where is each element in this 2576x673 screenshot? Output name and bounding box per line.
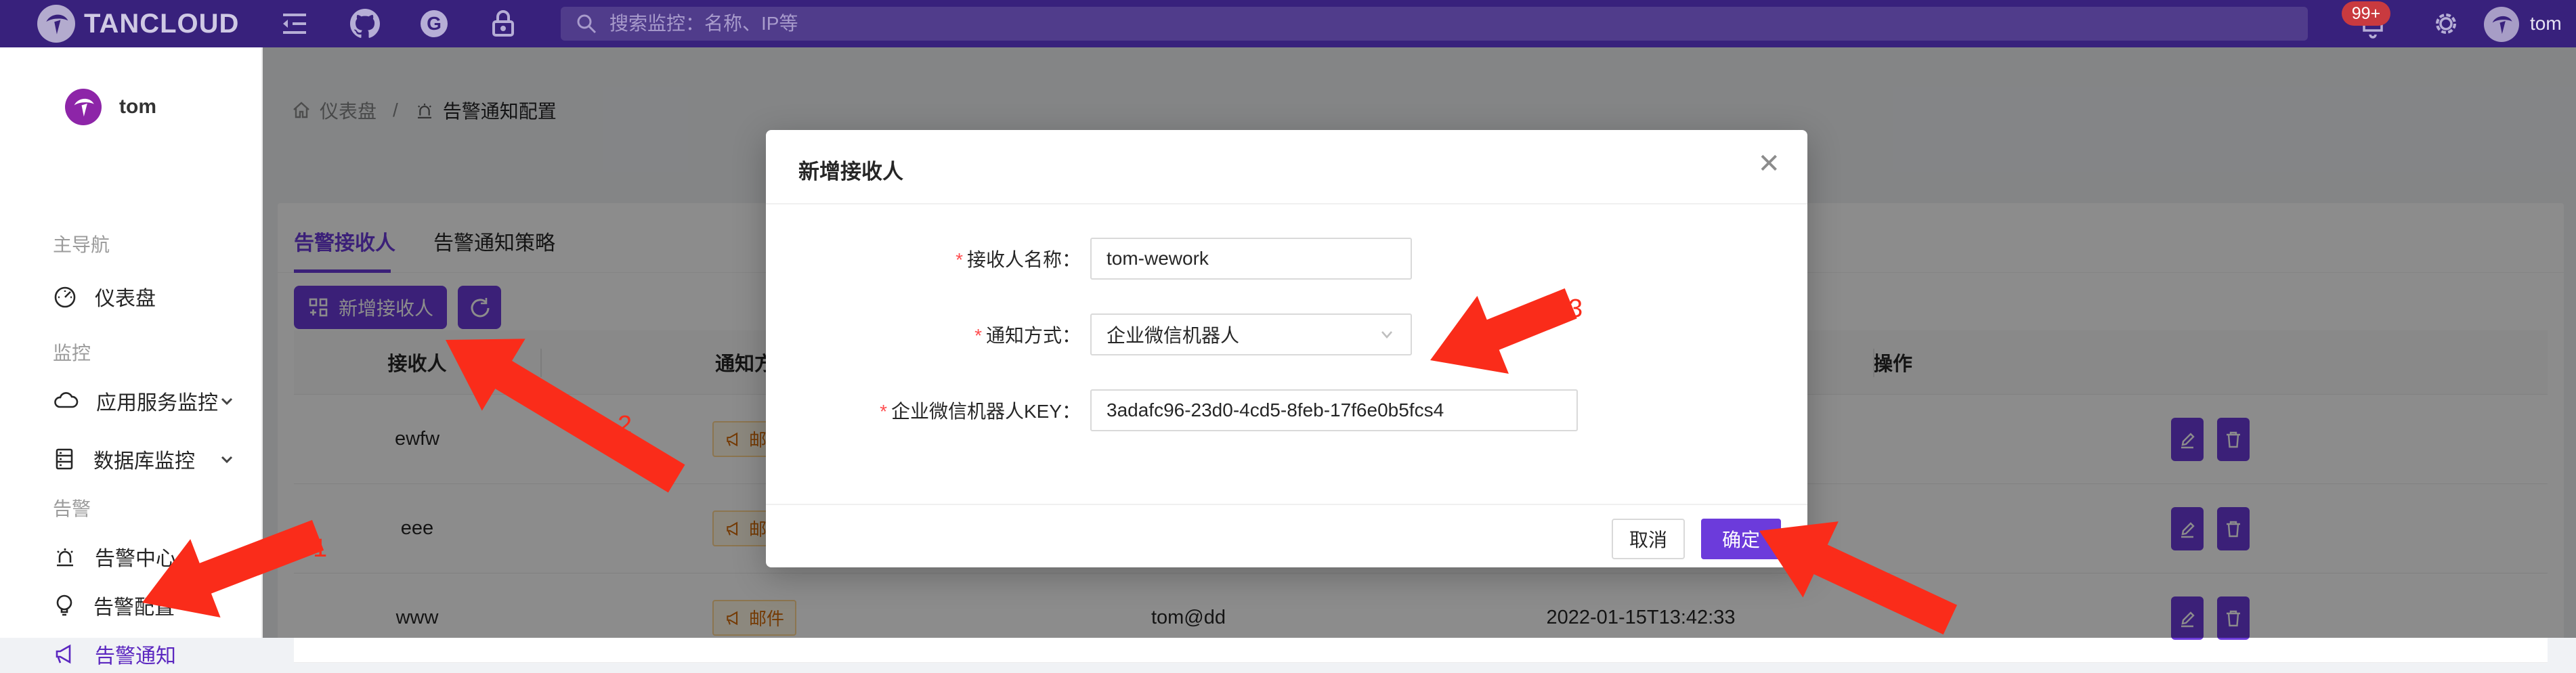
svg-text:G: G (427, 13, 442, 34)
search-input[interactable] (608, 12, 2293, 35)
menu-fold-icon[interactable] (278, 0, 312, 47)
sidebar-item-alert-notice[interactable]: 告警通知 (53, 635, 242, 673)
sidebar-avatar (65, 89, 102, 125)
sidebar-user[interactable]: tom (0, 80, 261, 134)
wework-key-input[interactable] (1090, 389, 1578, 431)
modal-title: 新增接收人 (798, 154, 903, 185)
chevron-down-icon (1378, 326, 1396, 343)
sidebar: tom 主导航 仪表盘 监控 应用服务监控 数据库监控 告警 告警中心 告警配置… (0, 47, 263, 638)
database-icon (53, 447, 76, 471)
receiver-name-input[interactable] (1090, 238, 1412, 280)
sidebar-item-dashboard[interactable]: 仪表盘 (53, 278, 242, 316)
chevron-down-icon (218, 450, 236, 468)
gear-icon[interactable] (2427, 0, 2465, 47)
chevron-down-icon (218, 392, 236, 410)
field-wework-key: *企业微信机器人KEY： (766, 389, 1807, 431)
logo-text: TANCLOUD (84, 0, 239, 47)
field-notify-method: *通知方式： 企业微信机器人 (766, 313, 1807, 355)
siren-icon (53, 544, 77, 569)
confirm-button[interactable]: 确定 (1701, 519, 1781, 559)
github-icon[interactable] (348, 0, 382, 47)
nav-group-main: 主导航 (53, 230, 110, 257)
dashboard-icon (53, 284, 77, 309)
cancel-button[interactable]: 取消 (1612, 519, 1685, 559)
sidebar-username: tom (119, 95, 156, 118)
app-header: TANCLOUD G 99+ tom (0, 0, 2576, 47)
sidebar-item-alert-config[interactable]: 告警配置 (53, 586, 242, 624)
bulb-icon (53, 593, 76, 617)
megaphone-icon (53, 642, 77, 666)
field-receiver-name: *接收人名称： (766, 238, 1807, 280)
lock-icon[interactable] (486, 0, 520, 47)
user-avatar[interactable] (2484, 7, 2519, 42)
tancloud-logo-icon (37, 5, 75, 43)
search-icon (576, 13, 597, 35)
nav-group-alert: 告警 (53, 494, 91, 521)
sidebar-item-alert-center[interactable]: 告警中心 (53, 538, 242, 576)
notify-method-select[interactable]: 企业微信机器人 (1090, 313, 1412, 355)
header-username[interactable]: tom (2530, 0, 2562, 47)
cloud-icon (53, 389, 79, 412)
sidebar-item-database-monitor[interactable]: 数据库监控 (53, 440, 242, 478)
nav-group-monitor: 监控 (53, 339, 91, 366)
gitee-icon[interactable]: G (417, 0, 451, 47)
close-icon[interactable]: ✕ (1757, 150, 1780, 177)
notification-badge: 99+ (2342, 1, 2390, 26)
search-bar[interactable] (561, 7, 2308, 41)
add-receiver-modal: 新增接收人 ✕ *接收人名称： *通知方式： 企业微信机器人 *企业微信机器人K… (766, 130, 1807, 567)
sidebar-item-app-service-monitor[interactable]: 应用服务监控 (53, 382, 242, 420)
